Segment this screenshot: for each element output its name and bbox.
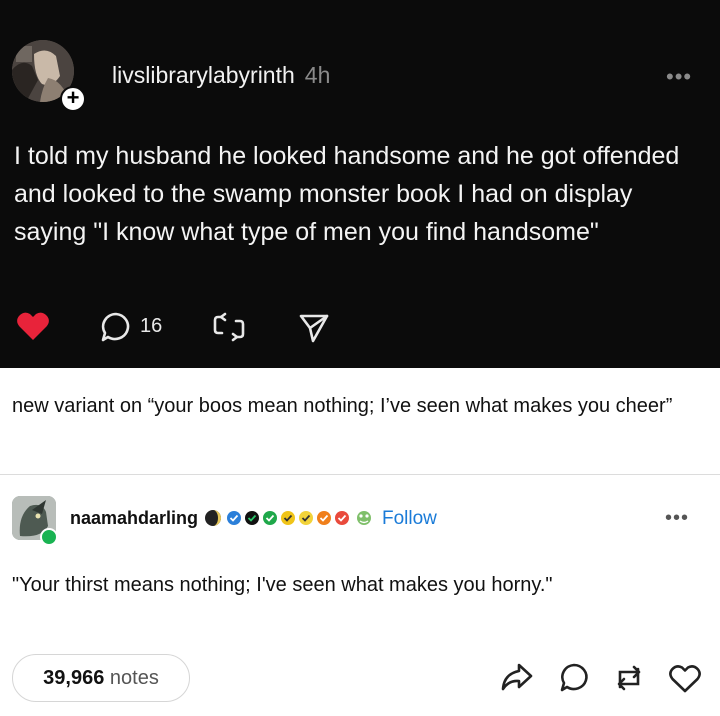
more-options-icon[interactable]: ••• xyxy=(666,64,692,90)
more-options-icon[interactable]: ••• xyxy=(665,507,689,530)
original-avatar-group[interactable]: + xyxy=(12,40,86,112)
original-blog-name[interactable]: livslibrarylabyrinth xyxy=(112,62,295,88)
post-time: 4h xyxy=(304,62,331,88)
creature-badge-icon xyxy=(357,511,371,525)
notes-count: 39,966 xyxy=(43,667,105,689)
heart-icon[interactable] xyxy=(668,664,702,694)
reblog-comment-text: new variant on “your boos mean nothing; … xyxy=(12,395,673,417)
reblog-icon[interactable] xyxy=(212,312,246,342)
divider xyxy=(0,474,720,475)
reblog-text: "Your thirst means nothing; I've seen wh… xyxy=(12,574,553,596)
heart-icon[interactable] xyxy=(16,311,50,341)
notes-label: notes xyxy=(109,667,159,689)
blog-badges[interactable] xyxy=(204,507,380,529)
reply-icon[interactable] xyxy=(558,662,590,694)
reblog-badge-icon xyxy=(40,528,58,546)
notes-button[interactable]: 39,966 notes xyxy=(12,654,190,702)
original-post-actions: 16 xyxy=(14,307,714,347)
reblog-icon[interactable] xyxy=(612,663,646,693)
original-post: + livslibrarylabyrinth 4h ••• I told my h… xyxy=(0,0,720,368)
reply-icon[interactable] xyxy=(100,311,132,343)
reply-count: 16 xyxy=(140,315,163,337)
moon-badge-icon xyxy=(205,510,221,526)
follow-button[interactable]: Follow xyxy=(382,508,437,530)
original-post-text: I told my husband he looked handsome and… xyxy=(14,142,680,246)
follow-plus-icon[interactable]: + xyxy=(60,86,86,112)
original-blog-name-row: livslibrarylabyrinth 4h xyxy=(112,62,330,89)
check-badge-icon xyxy=(227,511,349,525)
share-icon[interactable] xyxy=(500,662,534,692)
share-icon[interactable] xyxy=(298,312,330,344)
reblogger-blog-name[interactable]: naamahdarling xyxy=(70,508,198,529)
